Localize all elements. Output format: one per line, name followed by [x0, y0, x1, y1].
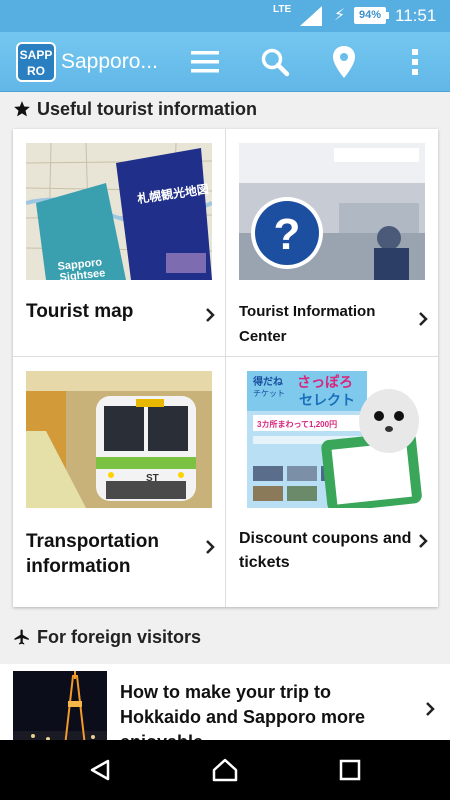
- card-label: Discount coupons and tickets: [239, 530, 412, 571]
- card-label: Tourist map: [26, 301, 134, 322]
- status-bar: LTE ⚡ 94% 11:51: [0, 0, 450, 32]
- logo-line-2: RO: [27, 64, 45, 78]
- section-heading: For foreign visitors: [37, 626, 202, 647]
- section-heading: Useful tourist information: [37, 98, 257, 119]
- app-logo[interactable]: SAPP RO: [16, 42, 56, 82]
- tourist-info-grid: Sapporo Sightsee 札幌観光地図 Tourist map ? To…: [13, 129, 438, 607]
- home-icon[interactable]: [200, 750, 250, 790]
- app-title[interactable]: Sapporo...: [61, 50, 158, 74]
- card-discount-coupons[interactable]: 得だね チケット さっぽろ セレクト 3カ所まわって1,200円 Discoun…: [226, 357, 438, 596]
- coupon-price: 3カ所まわって1,200円: [257, 419, 337, 429]
- search-icon[interactable]: [255, 42, 295, 82]
- main-content[interactable]: Useful tourist information Sapporo Sight…: [0, 92, 450, 740]
- card-transportation-information[interactable]: ST Transportation information: [13, 357, 225, 596]
- system-navigation-bar: [0, 740, 450, 800]
- recent-apps-icon[interactable]: [325, 750, 375, 790]
- foreign-visitors-item[interactable]: How to make your trip to Hokkaido and Sa…: [0, 664, 450, 740]
- overflow-menu-icon[interactable]: [395, 42, 435, 82]
- logo-line-1: SAPP: [19, 48, 53, 62]
- chevron-right-icon: [206, 540, 215, 554]
- coupon-title-2: セレクト: [299, 392, 355, 408]
- clock: 11:51: [395, 6, 437, 25]
- card-label: Transportation information: [26, 531, 160, 577]
- chevron-right-icon: [206, 308, 215, 322]
- discount-coupon-image: 得だね チケット さっぽろ セレクト 3カ所まわって1,200円: [239, 371, 425, 508]
- chevron-right-icon: [419, 312, 428, 326]
- battery-cap: [386, 12, 389, 19]
- svg-text:?: ?: [274, 210, 301, 259]
- item-title: How to make your trip to Hokkaido and Sa…: [120, 682, 366, 740]
- app-bar: SAPP RO Sapporo...: [0, 32, 450, 92]
- information-center-image: ?: [239, 143, 425, 280]
- location-pin-icon[interactable]: [324, 42, 364, 82]
- network-type: LTE: [273, 4, 292, 15]
- chevron-right-icon: [419, 534, 428, 548]
- chevron-right-icon: [426, 702, 435, 716]
- coupon-title-1: さっぽろ: [297, 374, 353, 390]
- tv-tower-night-image: [13, 671, 107, 740]
- charging-icon: ⚡: [334, 7, 346, 24]
- card-tourist-map[interactable]: Sapporo Sightsee 札幌観光地図 Tourist map: [13, 129, 225, 368]
- airplane-icon: [14, 629, 29, 645]
- menu-icon[interactable]: [185, 42, 225, 82]
- subway-train-image: ST: [26, 371, 212, 508]
- tourist-map-image: Sapporo Sightsee 札幌観光地図: [26, 143, 212, 280]
- coupon-line-1: 得だね: [252, 375, 283, 388]
- card-label: Tourist Information Center: [239, 303, 376, 345]
- battery-indicator: 94%: [354, 7, 386, 24]
- signal-icon: [300, 6, 322, 31]
- back-icon[interactable]: [75, 750, 125, 790]
- coupon-line-2: チケット: [253, 389, 285, 398]
- card-tourist-information-center[interactable]: ? Tourist Information Center: [226, 129, 438, 368]
- star-icon: [14, 101, 30, 117]
- section-header-foreign: For foreign visitors: [0, 620, 450, 654]
- section-header-tourist: Useful tourist information: [0, 92, 450, 126]
